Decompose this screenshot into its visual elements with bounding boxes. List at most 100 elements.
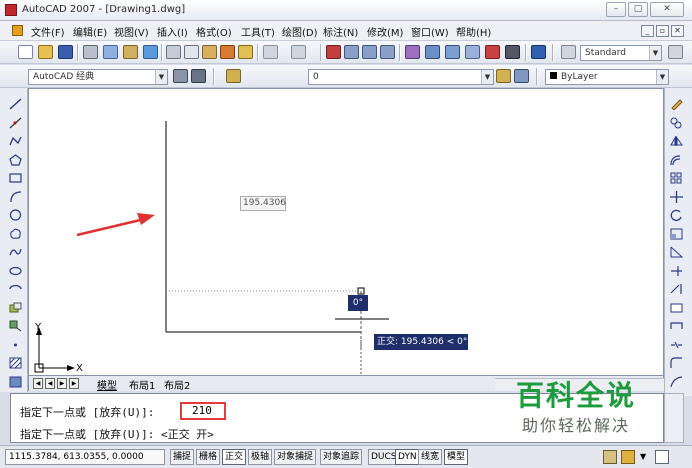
menu-format[interactable]: 格式(O) — [196, 24, 232, 39]
zoom-previous-icon[interactable] — [380, 45, 395, 59]
rectangle-icon[interactable] — [9, 172, 22, 184]
trim-icon[interactable] — [670, 265, 683, 277]
pan-icon[interactable] — [326, 45, 341, 59]
tool-palettes-icon[interactable] — [445, 45, 460, 59]
paste-icon[interactable] — [202, 45, 217, 59]
menu-view[interactable]: 视图(V) — [114, 24, 149, 39]
tab-model[interactable]: 模型 — [97, 377, 117, 392]
menu-dimension[interactable]: 标注(N) — [323, 24, 358, 39]
menu-modify[interactable]: 修改(M) — [367, 24, 403, 39]
scale-icon[interactable] — [670, 228, 683, 240]
explode-icon[interactable] — [670, 376, 683, 388]
make-block-icon[interactable] — [9, 320, 22, 332]
menu-tools[interactable]: 工具(T) — [241, 24, 275, 39]
menu-edit[interactable]: 编辑(E) — [73, 24, 107, 39]
color-dropdown[interactable]: ByLayer ▼ — [545, 69, 669, 85]
rotate-icon[interactable] — [670, 209, 683, 221]
ellipse-icon[interactable] — [9, 265, 22, 277]
polyline-icon[interactable] — [9, 135, 22, 147]
chamfer-icon[interactable] — [670, 339, 683, 351]
otrack-toggle[interactable]: 对象追踪 — [320, 449, 363, 465]
workspace-settings-icon[interactable] — [173, 69, 188, 83]
mdi-minimize-button[interactable]: _ — [641, 25, 654, 37]
zoom-window-icon[interactable] — [362, 45, 377, 59]
osnap-toggle[interactable]: 对象捕捉 — [274, 449, 317, 465]
insert-block-icon[interactable] — [9, 302, 22, 314]
next-tab-button[interactable]: ▶ — [57, 378, 67, 389]
make-current-layer-icon[interactable] — [496, 69, 511, 83]
snap-toggle[interactable]: 捕捉 — [170, 449, 195, 465]
break-icon[interactable] — [670, 302, 683, 314]
spline-icon[interactable] — [9, 246, 22, 258]
polar-toggle[interactable]: 极轴 — [248, 449, 273, 465]
ortho-toggle[interactable]: 正交 — [222, 449, 247, 465]
mdi-restore-button[interactable]: ▫ — [656, 25, 669, 37]
command-scrollbar[interactable] — [664, 393, 684, 443]
move-icon[interactable] — [670, 191, 683, 203]
calculator-icon[interactable] — [505, 45, 520, 59]
copy-icon[interactable] — [184, 45, 199, 59]
menu-insert[interactable]: 插入(I) — [157, 24, 188, 39]
match-properties-icon[interactable] — [220, 45, 235, 59]
dynamic-input-field[interactable]: 195.4306 — [240, 196, 286, 211]
model-space-toggle[interactable]: 模型 — [444, 449, 469, 465]
stretch-icon[interactable] — [670, 246, 683, 258]
minimize-button[interactable]: – — [606, 2, 626, 17]
help-icon[interactable] — [531, 45, 546, 59]
design-center-icon[interactable] — [425, 45, 440, 59]
construction-line-icon[interactable] — [9, 117, 22, 129]
sheet-set-icon[interactable] — [465, 45, 480, 59]
extend-icon[interactable] — [670, 283, 683, 295]
grid-toggle[interactable]: 栅格 — [196, 449, 221, 465]
previous-tab-button[interactable]: ◀ — [45, 378, 55, 389]
communication-center-icon[interactable] — [603, 450, 617, 464]
layer-dropdown[interactable]: 0 ▼ — [308, 69, 494, 85]
cut-icon[interactable] — [166, 45, 181, 59]
lock-toolbar-icon[interactable] — [621, 450, 635, 464]
block-editor-icon[interactable] — [238, 45, 253, 59]
array-icon[interactable] — [670, 172, 683, 184]
plot-preview-icon[interactable] — [103, 45, 118, 59]
zoom-realtime-icon[interactable] — [344, 45, 359, 59]
maximize-button[interactable]: ▢ — [628, 2, 648, 17]
status-menu-arrow-icon[interactable]: ▼ — [640, 452, 646, 461]
text-style-dropdown[interactable]: Standard ▼ — [580, 45, 662, 61]
clean-screen-icon[interactable] — [655, 450, 669, 464]
menu-help[interactable]: 帮助(H) — [456, 24, 491, 39]
workspace-dropdown[interactable]: AutoCAD 经典 ▼ — [28, 69, 168, 85]
first-tab-button[interactable]: ◀ — [33, 378, 43, 389]
dyn-toggle[interactable]: DYN — [395, 449, 420, 465]
arc-icon[interactable] — [9, 191, 22, 203]
mdi-close-button[interactable]: ✕ — [671, 25, 684, 37]
print-icon[interactable] — [83, 45, 98, 59]
coordinate-display[interactable]: 1115.3784, 613.0355, 0.0000 — [5, 449, 165, 465]
fillet-icon[interactable] — [670, 357, 683, 369]
tab-layout-1[interactable]: 布局1 — [129, 377, 155, 392]
join-icon[interactable] — [670, 320, 683, 332]
menu-window[interactable]: 窗口(W) — [411, 24, 449, 39]
ellipse-arc-icon[interactable] — [9, 283, 22, 295]
erase-icon[interactable] — [670, 98, 683, 110]
revision-cloud-icon[interactable] — [9, 228, 22, 240]
new-file-icon[interactable] — [18, 45, 33, 59]
tab-layout-2[interactable]: 布局2 — [164, 377, 190, 392]
close-button[interactable]: ✕ — [650, 2, 684, 17]
menu-draw[interactable]: 绘图(D) — [282, 24, 318, 39]
redo-icon[interactable] — [291, 45, 306, 59]
mirror-icon[interactable] — [670, 135, 683, 147]
properties-icon[interactable] — [405, 45, 420, 59]
command-input-value[interactable]: 210 — [180, 402, 226, 420]
undo-icon[interactable] — [263, 45, 278, 59]
copy-object-icon[interactable] — [670, 117, 683, 129]
menu-file[interactable]: 文件(F) — [31, 24, 65, 39]
layer-previous-icon[interactable] — [514, 69, 529, 83]
lineweight-toggle[interactable]: 线宽 — [418, 449, 443, 465]
last-tab-button[interactable]: ▶ — [69, 378, 79, 389]
gradient-icon[interactable] — [9, 376, 22, 388]
circle-icon[interactable] — [9, 209, 22, 221]
point-icon[interactable] — [9, 339, 22, 351]
open-file-icon[interactable] — [38, 45, 53, 59]
line-icon[interactable] — [9, 98, 22, 110]
polygon-icon[interactable] — [9, 154, 22, 166]
publish-icon[interactable] — [123, 45, 138, 59]
